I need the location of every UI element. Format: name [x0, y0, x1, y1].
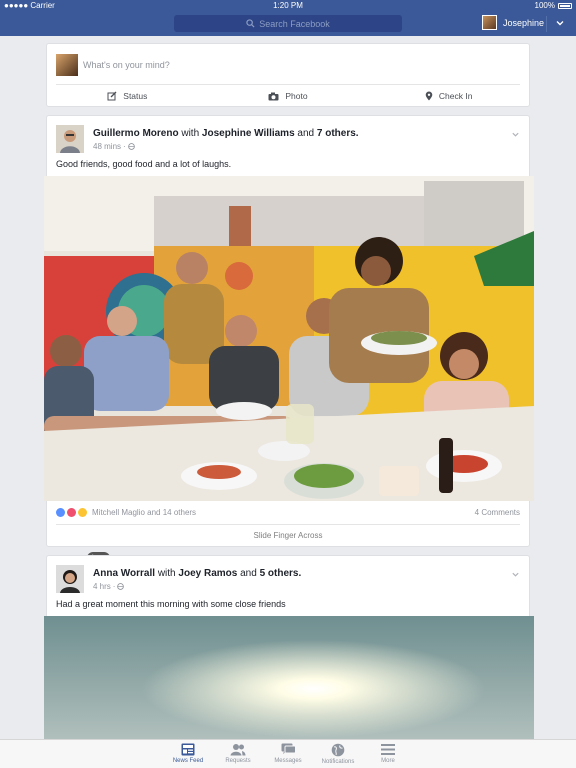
- navbar-divider: [546, 16, 547, 32]
- and-text: and: [297, 128, 315, 139]
- post-meta: 48 mins ·: [93, 142, 135, 151]
- news-feed-icon: [181, 743, 195, 756]
- battery-percent: 100%: [534, 1, 555, 10]
- tab-requests[interactable]: Requests: [213, 740, 263, 768]
- photo-button[interactable]: Photo: [208, 86, 369, 106]
- tagged-name[interactable]: Joey Ramos: [178, 568, 237, 579]
- globe-icon: [127, 143, 135, 150]
- battery-status: 100%: [535, 0, 572, 12]
- post-time[interactable]: 4 hrs: [93, 582, 111, 591]
- profile-name: Josephine: [503, 17, 545, 28]
- edit-icon: [107, 91, 117, 101]
- tab-label: More: [381, 758, 395, 764]
- meta-dot: ·: [123, 142, 126, 151]
- status-label: Status: [123, 91, 148, 101]
- author-avatar[interactable]: [56, 125, 84, 153]
- location-pin-icon: [425, 91, 433, 101]
- tab-messages[interactable]: Messages: [263, 740, 313, 768]
- post-text: Good friends, good food and a lot of lau…: [56, 159, 232, 169]
- post-header: Guillermo Moreno with Josephine Williams…: [93, 128, 359, 139]
- tagged-others[interactable]: 7 others.: [317, 128, 359, 139]
- author-avatar[interactable]: [56, 565, 84, 593]
- messages-icon: [281, 743, 296, 754]
- divider: [56, 84, 520, 85]
- haha-badge-icon: [78, 508, 87, 517]
- likes-text: Mitchell Maglio and 14 others: [92, 508, 197, 517]
- feed-post: Anna Worrall with Joey Ramos and 5 other…: [44, 555, 534, 756]
- avatar: [56, 54, 78, 76]
- with-text: with: [157, 568, 176, 579]
- status-button[interactable]: Status: [47, 86, 208, 106]
- tagged-name[interactable]: Josephine Williams: [202, 128, 295, 139]
- friend-requests-icon: [230, 744, 246, 756]
- search-placeholder: Search Facebook: [259, 18, 330, 29]
- profile-shortcut[interactable]: Josephine: [482, 15, 544, 30]
- love-badge-icon: [67, 508, 76, 517]
- composer-card: What's on your mind? Status Photo Check …: [46, 43, 530, 107]
- top-navbar: Search Facebook Josephine: [0, 12, 576, 36]
- author-name[interactable]: Guillermo Moreno: [93, 128, 179, 139]
- status-bar: ●●●●● Carrier 1:20 PM 100%: [0, 0, 576, 12]
- meta-dot: ·: [112, 582, 116, 591]
- composer-actions: Status Photo Check In: [47, 86, 529, 106]
- post-photo[interactable]: [44, 616, 534, 756]
- globe-icon: [331, 743, 345, 757]
- and-text: and: [240, 568, 257, 579]
- battery-icon: [558, 3, 572, 9]
- tab-label: Notifications: [321, 759, 355, 765]
- search-icon: [246, 19, 255, 28]
- tab-label: Messages: [274, 758, 302, 764]
- search-input[interactable]: Search Facebook: [174, 15, 402, 32]
- camera-icon: [268, 92, 279, 100]
- tab-more[interactable]: More: [363, 740, 413, 768]
- tab-notifications[interactable]: Notifications: [313, 740, 363, 768]
- tab-label: News Feed: [172, 758, 204, 764]
- chevron-down-icon[interactable]: [511, 570, 520, 579]
- menu-icon: [381, 744, 395, 755]
- tagged-others[interactable]: 5 others.: [260, 568, 302, 579]
- post-photo[interactable]: [44, 176, 534, 501]
- post-stats: Mitchell Maglio and 14 others 4 Comments: [56, 506, 520, 520]
- globe-icon: [117, 583, 125, 590]
- reaction-summary[interactable]: Mitchell Maglio and 14 others: [56, 508, 196, 517]
- avatar: [482, 15, 497, 30]
- composer-input[interactable]: What's on your mind?: [83, 60, 170, 70]
- post-header: Anna Worrall with Joey Ramos and 5 other…: [93, 568, 301, 579]
- author-name[interactable]: Anna Worrall: [93, 568, 155, 579]
- post-time[interactable]: 48 mins: [93, 142, 121, 151]
- post-meta: 4 hrs ·: [93, 582, 125, 591]
- check-in-label: Check In: [438, 91, 473, 101]
- chevron-down-icon[interactable]: [511, 130, 520, 139]
- feed-post: Guillermo Moreno with Josephine Williams…: [44, 115, 534, 624]
- with-text: with: [181, 128, 200, 139]
- bottom-tab-bar: News Feed Requests Messages Notification…: [0, 739, 576, 768]
- slide-hint: Slide Finger Across: [253, 531, 323, 540]
- like-badge-icon: [56, 508, 65, 517]
- tab-news-feed[interactable]: News Feed: [163, 740, 213, 768]
- clock: 1:20 PM: [273, 1, 303, 10]
- check-in-button[interactable]: Check In: [368, 86, 529, 106]
- chevron-down-icon[interactable]: [555, 18, 565, 28]
- divider: [56, 524, 520, 525]
- tab-label: Requests: [225, 758, 251, 764]
- post-text: Had a great moment this morning with som…: [56, 599, 286, 609]
- comments-count[interactable]: 4 Comments: [475, 508, 520, 517]
- photo-label: Photo: [285, 91, 308, 101]
